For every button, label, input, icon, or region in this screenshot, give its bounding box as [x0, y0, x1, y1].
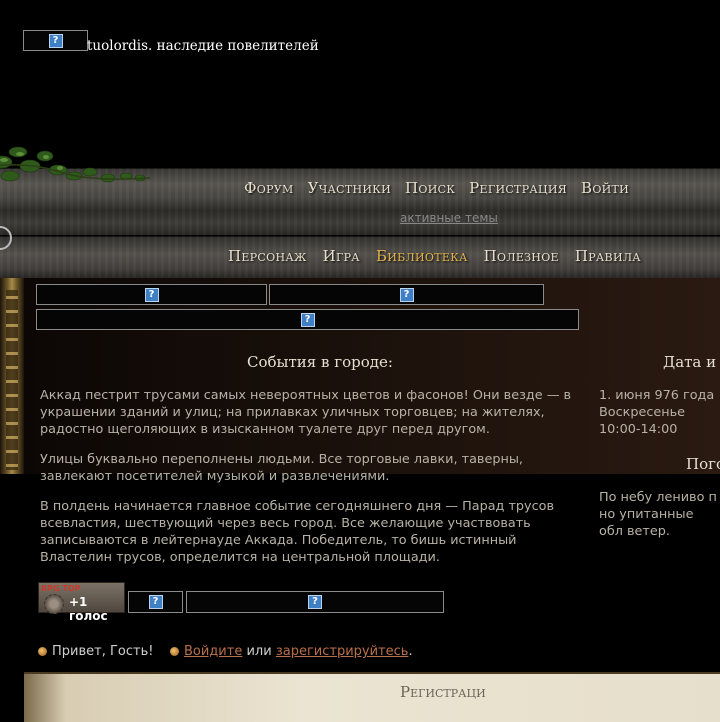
login-link[interactable]: Войдите [184, 644, 242, 659]
vote-label: +1 голос [69, 595, 108, 623]
broken-image-icon: ? [399, 287, 414, 302]
nav-forum[interactable]: Форум [244, 179, 294, 197]
primary-nav: Форум Участники Поиск Регистрация Войти [244, 179, 629, 197]
events-paragraph-3: В полдень начинается главное событие сег… [40, 499, 555, 565]
registration-panel-title: Регистраци [400, 683, 486, 701]
weather-text: По небу лениво п но упитанные обл ветер.… [599, 490, 717, 539]
broken-image-icon: ? [148, 595, 163, 609]
date-panel-title: Дата и [663, 353, 717, 371]
nav-game[interactable]: Игра [323, 247, 360, 265]
nav-login[interactable]: Войти [581, 179, 629, 197]
nav-library[interactable]: Библиотека [376, 247, 468, 265]
nav-rules[interactable]: Правила [575, 247, 641, 265]
greeting-end: . [408, 644, 413, 659]
bullet-icon [169, 647, 179, 656]
nav-character[interactable]: Персонаж [228, 247, 307, 265]
nav-members[interactable]: Участники [308, 179, 391, 197]
site-title: tuolordis. наследие повелителей [87, 38, 319, 54]
ivy-decoration [0, 146, 151, 183]
registration-panel [24, 672, 720, 722]
time-value: 10:00-14:00 [599, 422, 678, 437]
banner-image-3[interactable]: ? [36, 309, 579, 330]
guest-greeting: Привет, Гость! Войдите или зарегистрируй… [38, 644, 413, 659]
banner-image-1[interactable]: ? [36, 284, 267, 305]
content-background [24, 278, 720, 474]
events-title: События в городе: [247, 353, 393, 371]
rpg-top-label: RPG TOP [41, 584, 81, 593]
banner-image-2[interactable]: ? [269, 284, 544, 305]
rating-image-1[interactable]: ? [128, 591, 183, 613]
nav-register[interactable]: Регистрация [469, 179, 567, 197]
broken-image-icon: ? [308, 595, 322, 609]
rpg-top-vote-badge[interactable]: RPG TOP +1 голос [38, 582, 125, 623]
nav-useful[interactable]: Полезное [484, 247, 559, 265]
events-paragraph-1: Аккад пестрит трусами самых невероятных … [40, 388, 572, 437]
bullet-icon [38, 647, 47, 656]
site-logo-image[interactable]: ? [23, 30, 88, 51]
active-topics-link[interactable]: активные темы [400, 211, 498, 225]
broken-image-icon: ? [144, 287, 159, 302]
events-paragraph-2: Улицы буквально переполнены людьми. Все … [40, 452, 523, 484]
weather-panel-title: Пого [686, 455, 720, 473]
weekday-value: Воскресенье [599, 405, 686, 420]
subnav-bar [0, 211, 720, 235]
secondary-nav: Персонаж Игра Библиотека Полезное Правил… [228, 247, 641, 265]
rating-image-2[interactable]: ? [186, 591, 444, 613]
pillar-carving [6, 290, 18, 470]
register-link[interactable]: зарегистрируйтесь [276, 644, 409, 659]
gear-icon [44, 594, 64, 614]
broken-image-icon: ? [48, 33, 63, 48]
nav-search[interactable]: Поиск [405, 179, 455, 197]
or-text: или [246, 644, 272, 659]
date-value: 1. июня 976 года [599, 388, 715, 403]
broken-image-icon: ? [300, 312, 315, 327]
greeting-text: Привет, Гость! [52, 644, 154, 659]
